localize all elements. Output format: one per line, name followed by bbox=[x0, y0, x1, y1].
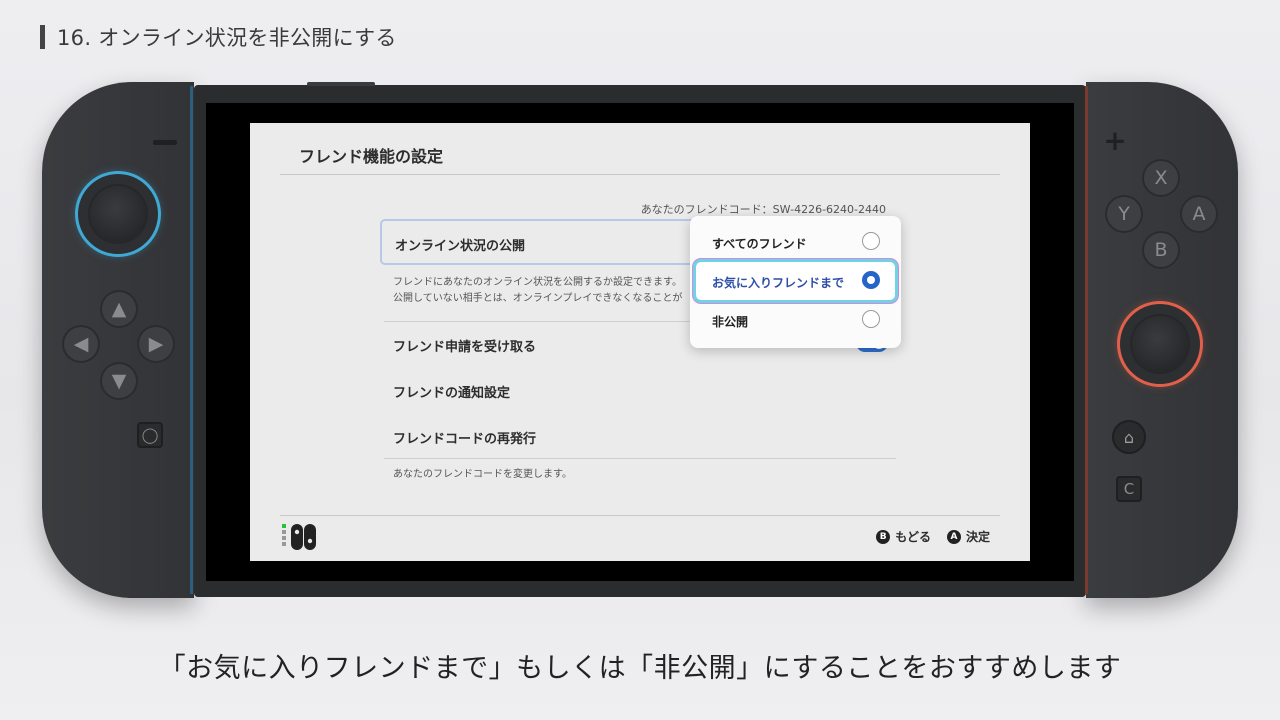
y-button[interactable]: Y bbox=[1105, 195, 1143, 233]
visibility-popup: すべてのフレンド お気に入りフレンドまで 非公開 bbox=[690, 216, 901, 348]
option-private[interactable]: 非公開 bbox=[696, 301, 895, 339]
friend-code-text: あなたのフレンドコード：SW-4226-6240-2440 bbox=[640, 203, 886, 216]
receive-requests-setting[interactable]: フレンド申請を受け取る bbox=[393, 336, 536, 355]
slide-title: 16. オンライン状況を非公開にする bbox=[40, 24, 397, 50]
option-all-friends[interactable]: すべてのフレンド bbox=[696, 223, 895, 261]
page-title: フレンド機能の設定 bbox=[299, 147, 444, 166]
online-status-label: オンライン状況の公開 bbox=[395, 239, 526, 254]
radio-selected-icon bbox=[862, 271, 880, 289]
home-button[interactable]: ⌂ bbox=[1112, 420, 1146, 454]
a-glyph-icon: A bbox=[946, 529, 961, 544]
ok-button[interactable]: 決定 bbox=[966, 528, 990, 545]
top-vent bbox=[307, 82, 375, 86]
a-button[interactable]: A bbox=[1180, 195, 1218, 233]
option-label: お気に入りフレンドまで bbox=[712, 276, 845, 290]
reissue-code-setting[interactable]: フレンドコードの再発行 bbox=[393, 428, 536, 447]
home-icon: ⌂ bbox=[1123, 427, 1135, 447]
title-bar-marker bbox=[40, 25, 45, 49]
row-divider bbox=[384, 458, 896, 459]
slide-caption: 「お気に入りフレンドまで」もしくは「非公開」にすることをおすすめします bbox=[158, 653, 1122, 684]
left-rail bbox=[190, 86, 193, 594]
dpad-down-button[interactable]: ▼ bbox=[100, 362, 138, 400]
dpad-left-button[interactable]: ◀ bbox=[62, 325, 100, 363]
radio-icon bbox=[862, 310, 880, 328]
switch-screen: フレンド機能の設定 あなたのフレンドコード：SW-4226-6240-2440 … bbox=[250, 123, 1030, 561]
footer-divider bbox=[280, 515, 1000, 516]
dpad-up-button[interactable]: ▲ bbox=[100, 290, 138, 328]
left-stick[interactable] bbox=[78, 174, 158, 254]
controller-icon bbox=[282, 524, 316, 550]
online-status-desc-1: フレンドにあなたのオンライン状況を公開するか設定できます。 bbox=[393, 277, 682, 288]
reissue-code-desc: あなたのフレンドコードを変更します。 bbox=[393, 469, 572, 480]
x-button[interactable]: X bbox=[1142, 159, 1180, 197]
footer-buttons: B もどる A 決定 bbox=[876, 528, 990, 545]
dpad-right-button[interactable]: ▶ bbox=[137, 325, 175, 363]
option-best-friends[interactable]: お気に入りフレンドまで bbox=[696, 262, 895, 300]
slide-title-text: 16. オンライン状況を非公開にする bbox=[57, 26, 397, 50]
minus-button[interactable] bbox=[153, 140, 177, 145]
b-glyph-icon: B bbox=[876, 529, 891, 544]
c-button[interactable]: C bbox=[1116, 476, 1142, 502]
online-status-desc-2: 公開していない相手とは、オンラインプレイできなくなることが bbox=[393, 293, 683, 304]
b-button[interactable]: B bbox=[1142, 231, 1180, 269]
radio-icon bbox=[862, 232, 880, 250]
back-button[interactable]: もどる bbox=[895, 528, 931, 545]
header-divider bbox=[280, 174, 1000, 175]
capture-icon: ◯ bbox=[141, 426, 159, 444]
plus-button[interactable]: + bbox=[1102, 127, 1128, 155]
capture-button[interactable]: ◯ bbox=[137, 422, 163, 448]
right-stick[interactable] bbox=[1120, 304, 1200, 384]
right-rail bbox=[1085, 86, 1088, 594]
notification-setting[interactable]: フレンドの通知設定 bbox=[393, 382, 510, 401]
option-label: すべてのフレンド bbox=[712, 237, 807, 251]
option-label: 非公開 bbox=[712, 315, 749, 329]
